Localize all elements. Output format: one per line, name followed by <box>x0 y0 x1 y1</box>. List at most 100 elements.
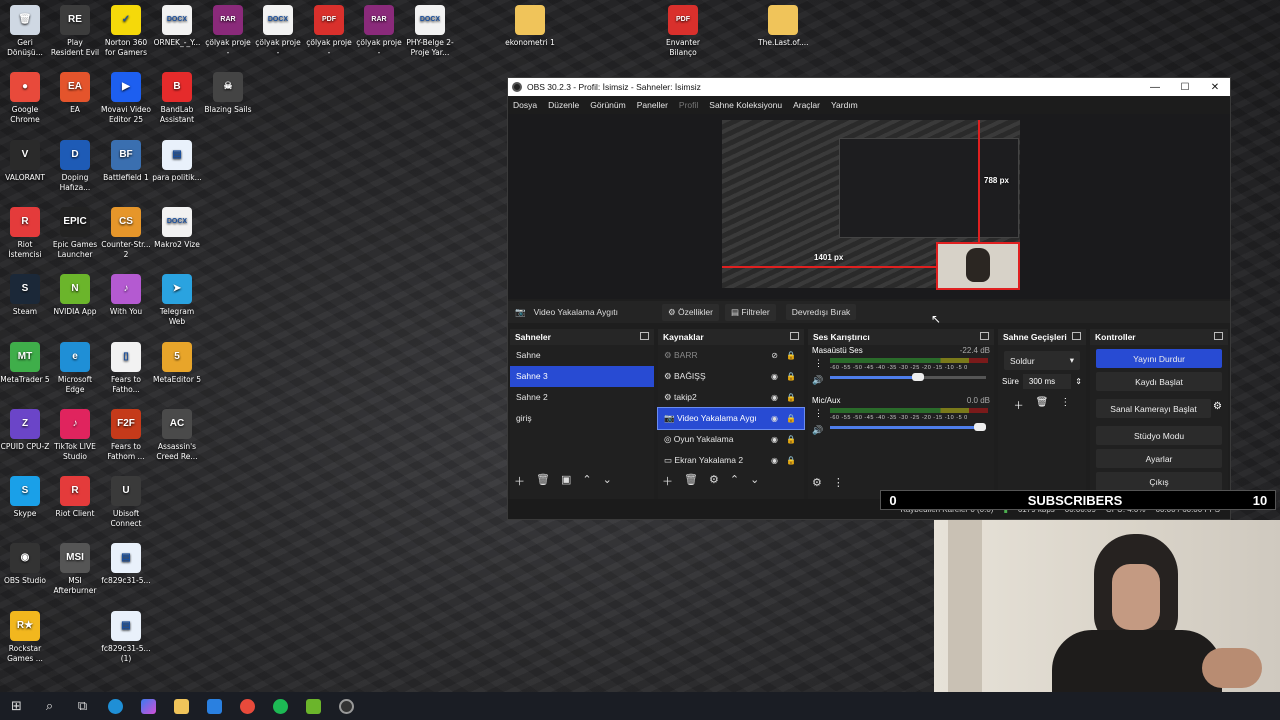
obs-taskbar-icon[interactable] <box>330 692 363 720</box>
desktop-icon[interactable]: U Ubisoft Connect <box>101 476 151 529</box>
desktop-icon[interactable]: R Riot Client <box>50 476 100 519</box>
settings-button[interactable]: Ayarlar <box>1096 449 1222 468</box>
desktop-icon[interactable]: MT MetaTrader 5 <box>0 342 50 385</box>
desktop-icon[interactable]: ☠ Blazing Sails <box>203 72 253 115</box>
desktop-icon[interactable]: The.Last.of.... <box>758 5 808 48</box>
desktop-icon[interactable]: ▯ Fears to Fatho... <box>101 342 151 395</box>
desktop-icon[interactable]: N NVIDIA App <box>50 274 100 317</box>
lock-icon[interactable]: 🔒 <box>786 408 796 429</box>
desktop-icon[interactable]: DOCX ORNEK_-_Y... <box>152 5 202 48</box>
eye-icon[interactable]: ◉ <box>771 429 778 450</box>
selected-source-webcam[interactable] <box>936 242 1020 290</box>
add-transition-icon[interactable]: ＋ <box>1014 397 1024 412</box>
desktop-icon[interactable]: ekonometri 1 <box>505 5 555 48</box>
stepper-icon[interactable]: ⇕ <box>1075 377 1082 386</box>
spotify-icon[interactable] <box>264 692 297 720</box>
gear-icon[interactable]: ⚙ <box>1213 401 1222 422</box>
eye-icon[interactable]: ◉ <box>771 450 778 471</box>
speaker-icon[interactable]: 🔊 <box>812 375 823 386</box>
speaker-icon[interactable]: 🔊 <box>812 425 823 436</box>
deactivate-button[interactable]: Devredışı Bırak <box>785 304 857 320</box>
maximize-icon[interactable]: ☐ <box>1170 78 1200 96</box>
menu-sahne-koleksiyonu[interactable]: Sahne Koleksiyonu <box>709 100 782 110</box>
mixer-menu-icon[interactable]: ⋮ <box>833 476 844 489</box>
exit-button[interactable]: Çıkış <box>1096 472 1222 491</box>
desktop-icon[interactable]: ✓ Norton 360 for Gamers <box>101 5 151 58</box>
undock-icon[interactable] <box>980 332 989 340</box>
eye-icon[interactable]: ◉ <box>771 366 778 387</box>
properties-button[interactable]: ⚙ Özellikler <box>662 303 719 321</box>
desktop-icon[interactable]: PDF çölyak proje -b221802044 <box>304 5 354 58</box>
studio-mode-button[interactable]: Stüdyo Modu <box>1096 426 1222 445</box>
add-source-icon[interactable]: ＋ <box>662 473 673 489</box>
desktop-icon[interactable]: ♪ With You <box>101 274 151 317</box>
desktop-icon[interactable]: BF Battlefield 1 <box>101 140 151 183</box>
desktop-icon[interactable]: V VALORANT <box>0 140 50 183</box>
scene-filters-icon[interactable]: ▣ <box>561 473 571 489</box>
desktop-icon[interactable]: ◉ OBS Studio <box>0 543 50 586</box>
desktop-icon[interactable]: ▤ fc829c31-5... <box>101 543 151 586</box>
duration-input[interactable]: 300 ms <box>1022 374 1072 389</box>
lock-icon[interactable]: 🔒 <box>786 450 796 471</box>
move-up-icon[interactable]: ⌃ <box>582 473 591 489</box>
desktop-icon[interactable]: DOCX Makro2 Vize <box>152 207 202 250</box>
scene-item[interactable]: Sahne 3 <box>510 366 654 387</box>
desktop-icon[interactable]: EPIC Epic Games Launcher <box>50 207 100 260</box>
desktop-icon[interactable]: ➤ Telegram Web <box>152 274 202 327</box>
source-item[interactable]: ▭ Ekran Yakalama 2 ◉ 🔒 <box>658 450 804 471</box>
preview-canvas[interactable]: 788 px 1401 px <box>722 120 1020 290</box>
menu-paneller[interactable]: Paneller <box>637 100 668 110</box>
desktop-icon[interactable]: EA EA <box>50 72 100 115</box>
volume-knob[interactable] <box>911 373 924 381</box>
desktop-icon[interactable]: ▤ fc829c31-5... (1) <box>101 611 151 664</box>
desktop-icon[interactable]: F2F Fears to Fathom ... <box>101 409 151 462</box>
search-icon[interactable]: ⌕ <box>33 692 66 720</box>
desktop-icon[interactable]: R Riot İstemcisi <box>0 207 50 260</box>
close-icon[interactable]: ✕ <box>1200 78 1230 96</box>
menu-dosya[interactable]: Dosya <box>513 100 537 110</box>
move-up-icon[interactable]: ⌃ <box>730 473 739 489</box>
start-icon[interactable]: ⊞ <box>0 692 33 720</box>
desktop-icon[interactable]: e Microsoft Edge <box>50 342 100 395</box>
desktop-icon[interactable]: CS Counter-Str... 2 <box>101 207 151 260</box>
undock-icon[interactable] <box>790 332 799 340</box>
source-item[interactable]: ⚙ BAĞIŞŞ ◉ 🔒 <box>658 366 804 387</box>
volume-knob[interactable] <box>974 423 986 431</box>
start-recording-button[interactable]: Kaydı Başlat <box>1096 372 1222 391</box>
undock-icon[interactable] <box>1072 332 1081 340</box>
volume-slider[interactable] <box>830 373 986 381</box>
lock-icon[interactable]: 🔒 <box>786 366 796 387</box>
minimize-icon[interactable]: — <box>1140 78 1170 96</box>
desktop-icon[interactable]: 5 MetaEditor 5 <box>152 342 202 385</box>
desktop-icon[interactable]: RAR çölyak proje -b221802044 <box>203 5 253 58</box>
eye-icon[interactable]: ◉ <box>771 408 778 429</box>
scene-item[interactable]: Sahne 2 <box>510 387 654 408</box>
more-options-icon[interactable]: ⋮ <box>814 358 823 369</box>
copilot-icon[interactable] <box>132 692 165 720</box>
eye-icon[interactable]: ◉ <box>771 387 778 408</box>
menu-duzenle[interactable]: Düzenle <box>548 100 579 110</box>
desktop-icon[interactable]: D Doping Hafıza... <box>50 140 100 193</box>
preview-area[interactable]: 788 px 1401 px <box>508 114 1230 299</box>
filters-button[interactable]: ▤ Filtreler <box>724 303 776 321</box>
desktop-icon[interactable]: DOCX PHY-Belge 2-Proje Yar... <box>405 5 455 58</box>
desktop-icon[interactable]: RE Play Resident Evil 4 Remake <box>50 5 100 58</box>
task-view-icon[interactable]: ⧉ <box>66 692 99 720</box>
desktop-icon[interactable]: S Skype <box>0 476 50 519</box>
desktop-icon[interactable]: R★ Rockstar Games ... <box>0 611 50 664</box>
source-item[interactable]: ⚙ takip2 ◉ 🔒 <box>658 387 804 408</box>
desktop-icon[interactable]: 🗑 Geri Dönüşü... <box>0 5 50 58</box>
source-item[interactable]: ⚙ BARR ⊘ 🔒 <box>658 345 804 366</box>
lock-icon[interactable]: 🔒 <box>786 345 796 366</box>
desktop-icon[interactable]: ♪ TikTok LIVE Studio <box>50 409 100 462</box>
desktop-icon[interactable]: S Steam <box>0 274 50 317</box>
scene-item[interactable]: giriş <box>510 408 654 429</box>
remove-scene-icon[interactable]: 🗑 <box>536 473 550 489</box>
app-green-icon[interactable] <box>297 692 330 720</box>
start-virtual-camera-button[interactable]: Sanal Kamerayı Başlat <box>1096 399 1212 418</box>
undock-icon[interactable] <box>1214 332 1223 340</box>
undock-icon[interactable] <box>640 332 649 340</box>
store-icon[interactable] <box>198 692 231 720</box>
desktop-icon[interactable]: ▶ Movavi Video Editor 25 <box>101 72 151 125</box>
lock-icon[interactable]: 🔒 <box>786 387 796 408</box>
